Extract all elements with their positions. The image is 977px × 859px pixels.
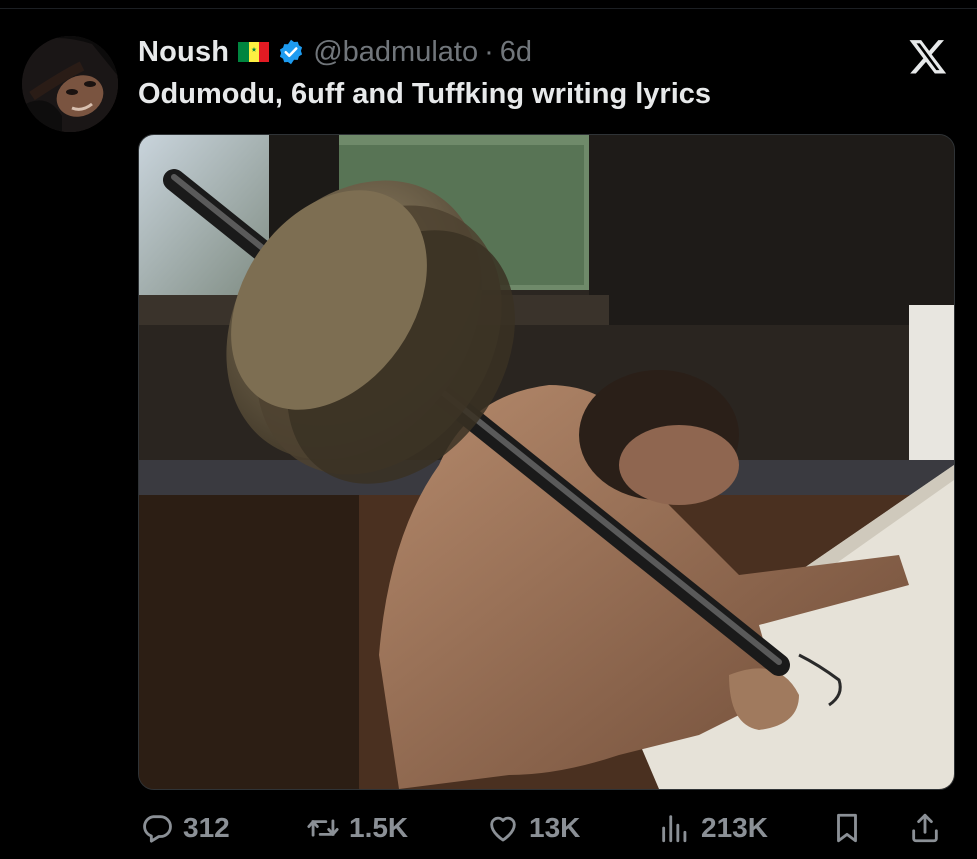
bookmark-icon	[837, 813, 857, 843]
reply-button[interactable]: 312	[140, 806, 230, 850]
bar-chart-icon	[662, 815, 687, 843]
reply-icon	[143, 815, 172, 843]
x-logo-icon	[909, 40, 947, 74]
author-handle[interactable]: @badmulato	[313, 36, 478, 69]
top-divider	[0, 8, 977, 9]
like-button[interactable]: 13K	[486, 806, 580, 850]
share-icon	[912, 813, 938, 843]
views-button[interactable]: 213K	[658, 806, 768, 850]
tweet-timestamp[interactable]: 6d	[500, 36, 532, 69]
author-name[interactable]: Noush	[138, 36, 229, 69]
tweet-media-image[interactable]	[138, 134, 955, 790]
senegal-flag-icon	[238, 42, 270, 62]
tweet-header: Noush @badmulato · 6d	[138, 34, 532, 70]
repost-count: 1.5K	[349, 812, 409, 843]
media-photo	[139, 135, 954, 789]
like-count: 13K	[529, 812, 581, 843]
views-count: 213K	[701, 812, 768, 843]
heart-icon	[490, 816, 516, 842]
retweet-icon	[307, 819, 339, 837]
author-avatar[interactable]	[22, 36, 118, 132]
reply-count: 312	[183, 812, 230, 843]
bookmark-button[interactable]	[830, 806, 864, 850]
verified-badge-icon	[280, 39, 303, 65]
tweet-text: Odumodu, 6uff and Tuffking writing lyric…	[138, 78, 712, 110]
separator-dot: ·	[484, 35, 494, 68]
repost-button[interactable]: 1.5K	[306, 806, 408, 850]
share-button[interactable]	[908, 806, 942, 850]
tweet-actions: 312 1.5K 13K 213K	[0, 806, 977, 850]
avatar-photo	[22, 36, 118, 132]
